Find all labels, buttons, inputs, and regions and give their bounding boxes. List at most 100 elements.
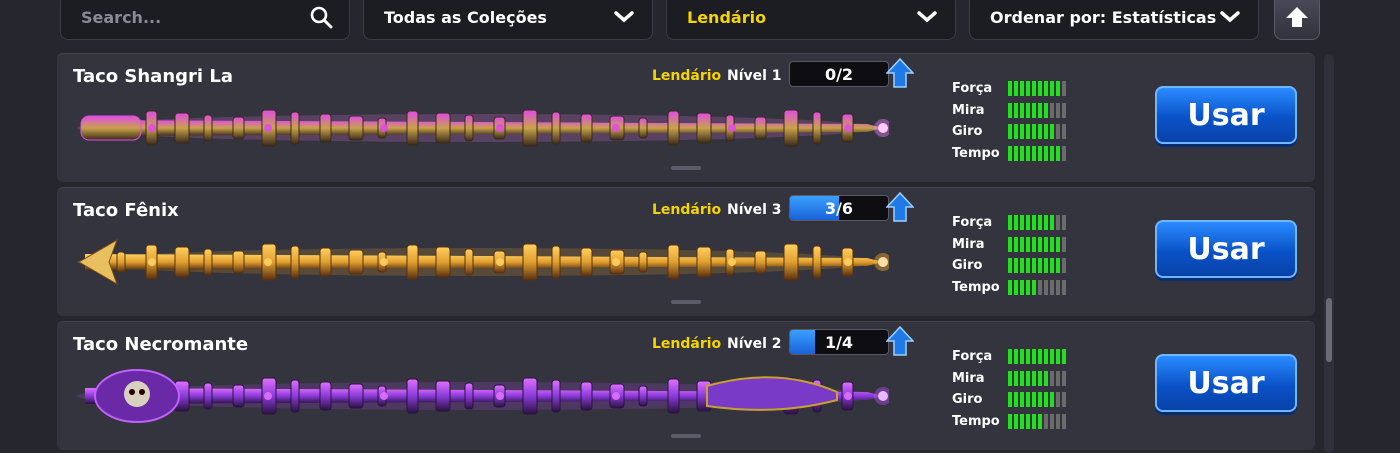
rarity-dropdown[interactable]: Lendário — [666, 0, 956, 40]
cue-image — [77, 238, 889, 286]
stat-segment — [1032, 279, 1036, 295]
upgrade-arrow-icon[interactable] — [886, 58, 914, 88]
stat-segment — [1014, 102, 1018, 118]
stat-segment — [1050, 413, 1054, 429]
chevron-down-icon — [614, 11, 634, 23]
upgrade-arrow-icon[interactable] — [886, 326, 914, 356]
stat-segment — [1050, 279, 1054, 295]
stat-segment — [1062, 392, 1066, 408]
stat-segment — [1050, 145, 1054, 161]
stat-bar — [1008, 102, 1066, 118]
chevron-down-icon — [1220, 11, 1240, 23]
stat-segment — [1044, 258, 1048, 274]
expand-handle[interactable] — [671, 300, 701, 304]
stat-segment — [1020, 370, 1024, 386]
cue-image — [77, 369, 889, 423]
collection-dropdown[interactable]: Todas as Coleções — [363, 0, 653, 40]
use-button[interactable]: Usar — [1155, 354, 1297, 412]
stat-segment — [1008, 370, 1012, 386]
stat-label: Tempo — [952, 279, 1000, 295]
scrollbar-track[interactable] — [1324, 54, 1334, 453]
stat-segment — [1008, 215, 1012, 231]
stat-bar — [1008, 81, 1066, 97]
stat-forca: Força — [952, 346, 1066, 368]
stat-tempo: Tempo — [952, 277, 1066, 299]
stat-segment — [1062, 215, 1066, 231]
cue-level: Nível 2 — [727, 336, 782, 352]
stat-segment — [1032, 392, 1036, 408]
stat-segment — [1008, 102, 1012, 118]
stat-label: Força — [952, 215, 993, 231]
use-button[interactable]: Usar — [1155, 220, 1297, 278]
rarity-value: Lendário — [687, 7, 767, 27]
stat-segment — [1026, 102, 1030, 118]
stat-segment — [1056, 81, 1060, 97]
stat-segment — [1062, 349, 1066, 365]
upgrade-progress-bar: 1/4 — [789, 329, 889, 355]
stat-segment — [1026, 258, 1030, 274]
stat-segment — [1032, 124, 1036, 140]
cue-stats: Força Mira Giro Tempo — [952, 212, 1066, 298]
stat-segment — [1014, 413, 1018, 429]
progress-text: 1/4 — [824, 333, 854, 352]
stat-segment — [1062, 124, 1066, 140]
stat-segment — [1038, 392, 1042, 408]
stat-segment — [1032, 145, 1036, 161]
stat-segment — [1038, 279, 1042, 295]
stat-segment — [1038, 370, 1042, 386]
sort-dropdown[interactable]: Ordenar por: Estatísticas — [969, 0, 1259, 40]
use-button[interactable]: Usar — [1155, 86, 1297, 144]
stat-segment — [1050, 258, 1054, 274]
sort-value: Ordenar por: Estatísticas — [990, 7, 1217, 27]
stat-bar — [1008, 413, 1066, 429]
stat-bar — [1008, 279, 1066, 295]
stat-segment — [1056, 413, 1060, 429]
stat-segment — [1050, 102, 1054, 118]
stat-forca: Força — [952, 212, 1066, 234]
stat-segment — [1038, 413, 1042, 429]
stat-segment — [1056, 392, 1060, 408]
upgrade-arrow-icon[interactable] — [886, 192, 914, 222]
scrollbar-thumb[interactable] — [1326, 298, 1332, 362]
stat-giro: Giro — [952, 255, 1066, 277]
stat-segment — [1056, 124, 1060, 140]
stat-segment — [1062, 370, 1066, 386]
chevron-down-icon — [917, 11, 937, 23]
stat-segment — [1014, 236, 1018, 252]
upgrade-progress-bar: 3/6 — [789, 195, 889, 221]
stat-segment — [1032, 215, 1036, 231]
stat-bar — [1008, 124, 1066, 140]
cue-row: Taco Fênix Lendário Nível 3 3/6 Força Mir… — [57, 187, 1315, 316]
stat-segment — [1026, 349, 1030, 365]
stat-segment — [1038, 124, 1042, 140]
stat-segment — [1044, 145, 1048, 161]
stat-segment — [1008, 145, 1012, 161]
sort-direction-button[interactable] — [1274, 0, 1320, 40]
stat-segment — [1044, 236, 1048, 252]
cue-name: Taco Necromante — [73, 334, 249, 355]
stat-segment — [1044, 102, 1048, 118]
stat-label: Mira — [952, 370, 985, 386]
search-icon[interactable] — [309, 5, 333, 29]
stat-segment — [1026, 215, 1030, 231]
stat-segment — [1020, 124, 1024, 140]
expand-handle[interactable] — [671, 166, 701, 170]
cue-name: Taco Shangri La — [73, 66, 233, 87]
stat-segment — [1044, 349, 1048, 365]
search-input[interactable]: Search... — [60, 0, 350, 40]
stat-segment — [1020, 215, 1024, 231]
stat-segment — [1020, 145, 1024, 161]
stat-segment — [1014, 258, 1018, 274]
stat-tempo: Tempo — [952, 411, 1066, 433]
stat-giro: Giro — [952, 389, 1066, 411]
stat-segment — [1044, 392, 1048, 408]
stat-segment — [1038, 81, 1042, 97]
stat-segment — [1056, 349, 1060, 365]
stat-segment — [1044, 124, 1048, 140]
stat-segment — [1044, 370, 1048, 386]
stat-label: Giro — [952, 258, 983, 274]
stat-segment — [1014, 215, 1018, 231]
expand-handle[interactable] — [671, 434, 701, 438]
stat-segment — [1020, 392, 1024, 408]
cue-rarity: Lendário — [652, 336, 722, 352]
